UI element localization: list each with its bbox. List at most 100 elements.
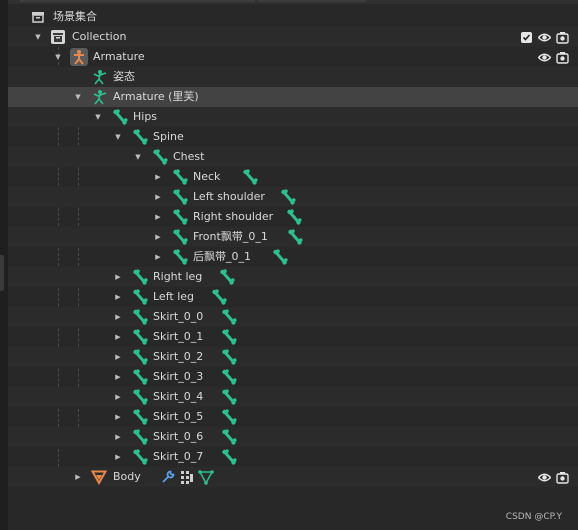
bone-row-front-ribbon[interactable]: ▶ Front飘带_0_1 <box>8 227 578 247</box>
bone-row-right-shoulder[interactable]: ▶ Right shoulder <box>8 207 578 227</box>
bone-row-skirt[interactable]: ▶ Skirt_0_3 <box>8 367 578 387</box>
bone-child-icon[interactable] <box>219 269 235 285</box>
mesh-data-icon[interactable] <box>198 469 214 485</box>
wrench-icon[interactable] <box>160 469 176 485</box>
eye-icon[interactable] <box>537 51 552 64</box>
eye-icon[interactable] <box>537 471 552 484</box>
bone-row-spine[interactable]: ▼ Spine <box>8 127 578 147</box>
bone-icon <box>132 409 148 425</box>
camera-icon[interactable] <box>556 31 569 44</box>
bone-row-neck[interactable]: ▶ Neck <box>8 167 578 187</box>
bone-row-back-ribbon[interactable]: ▶ 后飘带_0_1 <box>8 247 578 267</box>
bone-row-skirt[interactable]: ▶ Skirt_0_0 <box>8 307 578 327</box>
bone-child-icon[interactable] <box>280 189 296 205</box>
bone-child-icon[interactable] <box>221 449 237 465</box>
expand-arrow-icon[interactable]: ▼ <box>73 87 83 107</box>
collapse-arrow-icon[interactable]: ▶ <box>153 167 163 187</box>
bone-child-icon[interactable] <box>286 209 302 225</box>
checkbox-icon[interactable] <box>520 31 533 44</box>
bone-child-icon[interactable] <box>221 409 237 425</box>
collapse-arrow-icon[interactable]: ▶ <box>113 327 123 347</box>
armature-data-label: Armature (里芙) <box>113 90 199 103</box>
armature-object-row[interactable]: ▼ Armature <box>8 47 578 67</box>
bone-child-icon[interactable] <box>221 389 237 405</box>
collapse-arrow-icon[interactable]: ▶ <box>153 207 163 227</box>
bone-child-icon[interactable] <box>221 329 237 345</box>
bone-icon <box>132 289 148 305</box>
scene-collection-row[interactable]: 场景集合 <box>8 7 578 27</box>
bone-child-icon[interactable] <box>287 229 303 245</box>
bone-label: Neck <box>193 170 221 183</box>
body-toggles <box>537 467 569 487</box>
collapse-arrow-icon[interactable]: ▶ <box>113 447 123 467</box>
bone-child-icon[interactable] <box>221 429 237 445</box>
collapse-arrow-icon[interactable]: ▶ <box>153 187 163 207</box>
bone-label: Right shoulder <box>193 210 274 223</box>
scene-collection-label: 场景集合 <box>53 10 97 23</box>
watermark: CSDN @CP.Y <box>505 512 562 522</box>
mesh-object-icon <box>91 469 107 485</box>
collapse-arrow-icon[interactable]: ▶ <box>153 227 163 247</box>
bone-child-icon[interactable] <box>221 349 237 365</box>
expand-arrow-icon[interactable]: ▼ <box>53 47 63 67</box>
vertex-groups-icon[interactable] <box>179 469 195 485</box>
bone-child-icon[interactable] <box>221 369 237 385</box>
collection-label: Collection <box>72 30 127 43</box>
collapse-arrow-icon[interactable]: ▶ <box>113 367 123 387</box>
bone-row-skirt[interactable]: ▶ Skirt_0_5 <box>8 407 578 427</box>
bone-label: Skirt_0_2 <box>153 350 204 363</box>
panel-resize-handle[interactable] <box>0 255 4 291</box>
collapse-arrow-icon[interactable]: ▶ <box>73 467 83 487</box>
bone-row-skirt[interactable]: ▶ Skirt_0_6 <box>8 427 578 447</box>
bone-row-chest[interactable]: ▼ Chest <box>8 147 578 167</box>
bone-icon <box>132 269 148 285</box>
expand-arrow-icon[interactable]: ▼ <box>33 27 43 47</box>
bone-icon <box>112 109 128 125</box>
collection-row[interactable]: ▼ Collection <box>8 27 578 47</box>
bone-child-icon[interactable] <box>272 249 288 265</box>
eye-icon[interactable] <box>537 31 552 44</box>
bone-icon <box>172 189 188 205</box>
bone-label: Skirt_0_1 <box>153 330 204 343</box>
bone-child-icon[interactable] <box>211 289 227 305</box>
bone-icon <box>172 169 188 185</box>
collapse-arrow-icon[interactable]: ▶ <box>153 247 163 267</box>
collapse-arrow-icon[interactable]: ▶ <box>113 427 123 447</box>
bone-row-skirt[interactable]: ▶ Skirt_0_2 <box>8 347 578 367</box>
bone-label: Left leg <box>153 290 194 303</box>
left-panel-edge <box>0 0 8 530</box>
scene-collection-icon <box>30 9 46 25</box>
bone-child-icon[interactable] <box>221 309 237 325</box>
bone-label: Skirt_0_4 <box>153 390 204 403</box>
collapse-arrow-icon[interactable]: ▶ <box>113 347 123 367</box>
armature-data-row[interactable]: ▼ Armature (里芙) <box>8 87 578 107</box>
bone-row-hips[interactable]: ▼ Hips <box>8 107 578 127</box>
expand-arrow-icon[interactable]: ▼ <box>113 127 123 147</box>
bone-row-skirt[interactable]: ▶ Skirt_0_4 <box>8 387 578 407</box>
bone-icon <box>172 249 188 265</box>
bone-icon <box>132 369 148 385</box>
bone-row-skirt[interactable]: ▶ Skirt_0_7 <box>8 447 578 467</box>
bone-icon <box>172 209 188 225</box>
collapse-arrow-icon[interactable]: ▶ <box>113 267 123 287</box>
bone-row-skirt[interactable]: ▶ Skirt_0_1 <box>8 327 578 347</box>
bone-icon <box>132 129 148 145</box>
bone-row-left-leg[interactable]: ▶ Left leg <box>8 287 578 307</box>
toolbar-field-right <box>258 0 366 2</box>
bone-row-right-leg[interactable]: ▶ Right leg <box>8 267 578 287</box>
bone-icon <box>132 449 148 465</box>
bone-row-left-shoulder[interactable]: ▶ Left shoulder <box>8 187 578 207</box>
collapse-arrow-icon[interactable]: ▶ <box>113 287 123 307</box>
expand-arrow-icon[interactable]: ▼ <box>133 147 143 167</box>
collapse-arrow-icon[interactable]: ▶ <box>113 407 123 427</box>
collapse-arrow-icon[interactable]: ▶ <box>113 307 123 327</box>
pose-row[interactable]: 姿态 <box>8 67 578 87</box>
bone-child-icon[interactable] <box>242 169 258 185</box>
expand-arrow-icon[interactable]: ▼ <box>93 107 103 127</box>
camera-icon[interactable] <box>556 471 569 484</box>
camera-icon[interactable] <box>556 51 569 64</box>
pose-icon <box>92 69 108 85</box>
armature-toggles <box>537 47 569 67</box>
collapse-arrow-icon[interactable]: ▶ <box>113 387 123 407</box>
body-object-row[interactable]: ▶ Body <box>8 467 578 487</box>
